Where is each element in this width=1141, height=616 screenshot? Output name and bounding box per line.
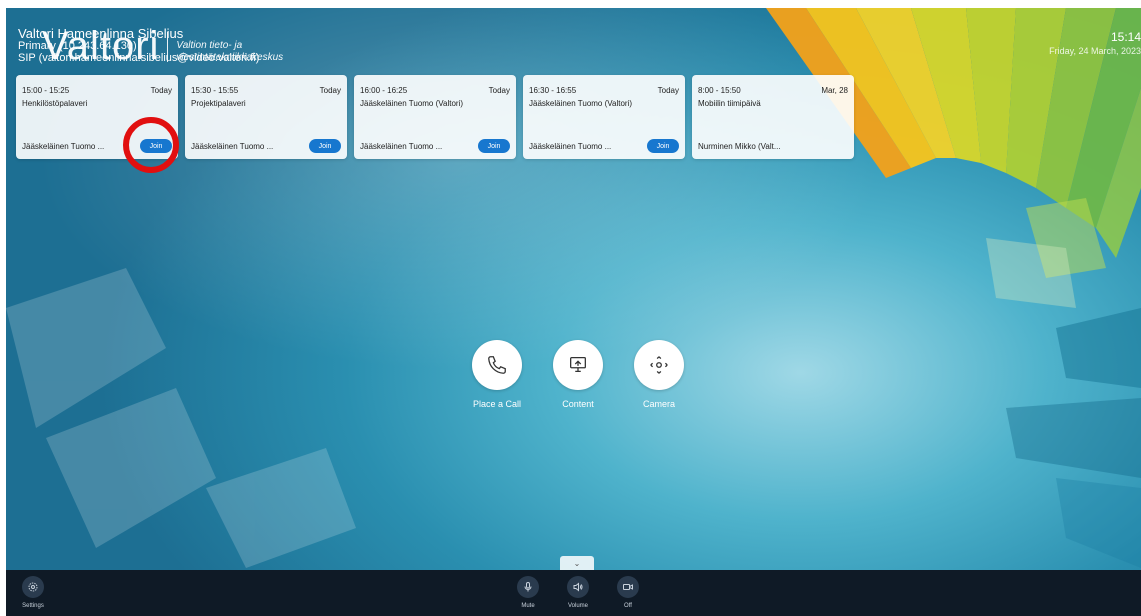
meeting-card[interactable]: 8:00 - 15:50 Mar, 28 Mobiilin tiimipäivä… [692,75,854,159]
place-call-button[interactable]: Place a Call [472,340,522,409]
volume-label: Volume [567,603,588,609]
join-button[interactable]: Join [478,139,510,153]
content-circle[interactable] [553,340,603,390]
meeting-time: 15:30 - 15:55 [191,86,239,95]
volume-icon [573,582,583,592]
meeting-time: 16:00 - 16:25 [360,86,408,95]
place-call-circle[interactable] [472,340,522,390]
meeting-time: 15:00 - 15:25 [22,86,70,95]
place-call-label: Place a Call [472,399,522,409]
settings-button[interactable]: Settings [22,576,44,609]
meeting-title: Jääskeläinen Tuomo (Valtori) [529,99,633,108]
highlight-circle [123,117,179,173]
camera-button[interactable]: Camera [634,340,684,409]
meeting-card[interactable]: 16:00 - 16:25 Today Jääskeläinen Tuomo (… [354,75,516,159]
camera-off-dot[interactable] [617,576,639,598]
meeting-day: Today [488,86,510,95]
meeting-title: Jääskeläinen Tuomo (Valtori) [360,99,464,108]
meeting-organizer: Jääskeläinen Tuomo ... [191,142,274,151]
camera-control-icon [650,356,668,374]
settings-dot[interactable] [22,576,44,598]
device-name: Valtori Hameenlinna Sibelius [18,26,184,41]
meeting-card[interactable]: 16:30 - 16:55 Today Jääskeläinen Tuomo (… [523,75,685,159]
microphone-icon [524,582,532,592]
clock-time: 15:14 [1110,30,1141,44]
meeting-time: 16:30 - 16:55 [529,86,577,95]
clock: 15:14 Friday, 24 March, 2023 [1049,30,1141,56]
settings-label: Settings [22,603,44,609]
meeting-title: Projektipalaveri [191,99,246,108]
mute-label: Mute [521,603,535,609]
volume-button[interactable]: Volume [567,576,589,609]
home-screen: Valtori Valtion tieto- ja viestintätekni… [6,8,1141,616]
expand-tray-button[interactable]: ⌄ [560,556,594,570]
meeting-day: Mar, 28 [821,86,848,95]
camera-off-label: Off [624,603,632,609]
device-info: Valtori Hameenlinna Sibelius Primary (10… [18,26,260,64]
mute-button[interactable]: Mute [517,576,539,609]
video-camera-icon [623,584,633,590]
camera-off-button[interactable]: Off [617,576,639,609]
meeting-organizer: Jääskeläinen Tuomo ... [529,142,612,151]
home-actions: Place a Call Content Camera [472,340,684,409]
meeting-title: Henkilöstöpalaveri [22,99,88,108]
join-button[interactable]: Join [309,139,341,153]
share-screen-icon [570,357,586,373]
camera-circle[interactable] [634,340,684,390]
bottom-control-bar: Settings Mute Volume Off [6,570,1141,616]
content-button[interactable]: Content [553,340,603,409]
phone-icon [488,356,506,374]
meeting-organizer: Jääskeläinen Tuomo ... [360,142,443,151]
meeting-title: Mobiilin tiimipäivä [698,99,761,108]
meeting-time: 8:00 - 15:50 [698,86,741,95]
join-button[interactable]: Join [647,139,679,153]
gear-icon [28,582,38,592]
primary-address: Primary (10.243.64.130) [18,40,137,52]
mute-dot[interactable] [517,576,539,598]
camera-label: Camera [642,399,675,409]
meeting-day: Today [657,86,679,95]
chevron-down-icon: ⌄ [573,558,581,568]
meeting-day: Today [319,86,341,95]
meeting-day: Today [150,86,172,95]
volume-dot[interactable] [567,576,589,598]
meeting-organizer: Jääskeläinen Tuomo ... [22,142,105,151]
content-label: Content [562,399,594,409]
meeting-card[interactable]: 15:30 - 15:55 Today Projektipalaveri Jää… [185,75,347,159]
sip-address: SIP (valtori.hameenlinna.sibelius@video.… [18,52,260,64]
meeting-organizer: Nurminen Mikko (Valt... [698,142,781,151]
clock-date: Friday, 24 March, 2023 [1049,46,1141,56]
